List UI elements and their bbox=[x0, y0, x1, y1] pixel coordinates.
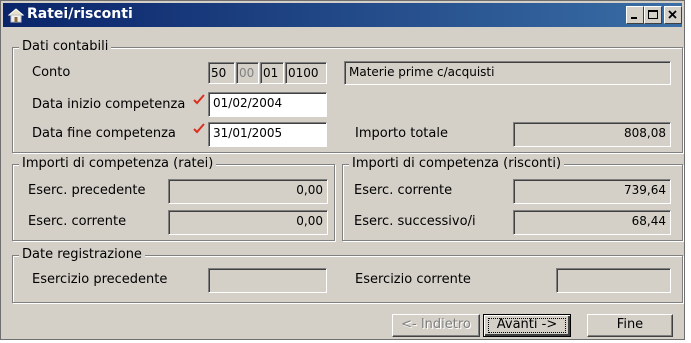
importo-totale-label: Importo totale bbox=[355, 126, 448, 141]
fine-button-label: Fine bbox=[616, 317, 644, 332]
ratei-precedente-label: Eserc. precedente bbox=[28, 183, 146, 198]
ratei-corrente-field: 0,00 bbox=[168, 210, 328, 235]
maximize-button[interactable] bbox=[644, 6, 662, 24]
importo-totale-field: 808,08 bbox=[513, 122, 671, 147]
data-inizio-label: Data inizio competenza bbox=[32, 97, 186, 112]
check-mark-icon bbox=[193, 94, 205, 105]
risconti-corrente-field: 739,64 bbox=[513, 179, 671, 204]
risconti-legend: Importi di competenza (risconti) bbox=[349, 155, 565, 173]
title-bar[interactable]: Ratei/risconti bbox=[3, 3, 682, 27]
conto-description-field: Materie prime c/acquisti bbox=[344, 61, 671, 85]
esercizio-precedente-field bbox=[208, 268, 327, 293]
check-mark-icon bbox=[193, 123, 205, 134]
minimize-icon bbox=[631, 17, 637, 19]
date-registrazione-legend: Date registrazione bbox=[19, 246, 145, 264]
ratei-legend: Importi di competenza (ratei) bbox=[19, 155, 217, 173]
window-title: Ratei/risconti bbox=[27, 6, 133, 22]
minimize-button[interactable] bbox=[626, 6, 644, 24]
risconti-successivo-field: 68,44 bbox=[513, 210, 671, 235]
close-icon bbox=[668, 10, 677, 19]
avanti-button-label: Avanti -> bbox=[496, 317, 558, 332]
risconti-corrente-label: Eserc. corrente bbox=[354, 183, 453, 198]
esercizio-corrente-field bbox=[556, 268, 671, 293]
dialog-window: Ratei/risconti Dati contabili Conto 50 0… bbox=[0, 0, 685, 340]
fine-button[interactable]: Fine bbox=[587, 314, 673, 337]
avanti-button[interactable]: Avanti -> bbox=[483, 314, 571, 337]
risconti-successivo-label: Eserc. successivo/i bbox=[354, 214, 476, 229]
indietro-button[interactable]: <- Indietro bbox=[392, 314, 480, 337]
conto-segment-4[interactable]: 0100 bbox=[285, 62, 327, 84]
ratei-precedente-field: 0,00 bbox=[168, 179, 328, 204]
esercizio-corrente-label: Esercizio corrente bbox=[355, 272, 471, 287]
data-inizio-input[interactable]: 01/02/2004 bbox=[208, 92, 327, 117]
conto-label: Conto bbox=[32, 65, 71, 80]
app-house-icon bbox=[8, 8, 24, 23]
ratei-corrente-label: Eserc. corrente bbox=[28, 214, 127, 229]
conto-segment-1[interactable]: 50 bbox=[208, 62, 235, 84]
data-fine-input[interactable]: 31/01/2005 bbox=[208, 122, 327, 147]
indietro-button-label: <- Indietro bbox=[401, 317, 471, 332]
dati-contabili-legend: Dati contabili bbox=[19, 38, 112, 56]
maximize-icon bbox=[648, 10, 658, 19]
conto-segment-2[interactable]: 00 bbox=[236, 62, 259, 84]
close-button[interactable] bbox=[664, 6, 682, 24]
esercizio-precedente-label: Esercizio precedente bbox=[32, 272, 168, 287]
conto-segment-3[interactable]: 01 bbox=[260, 62, 284, 84]
data-fine-label: Data fine competenza bbox=[32, 126, 176, 141]
